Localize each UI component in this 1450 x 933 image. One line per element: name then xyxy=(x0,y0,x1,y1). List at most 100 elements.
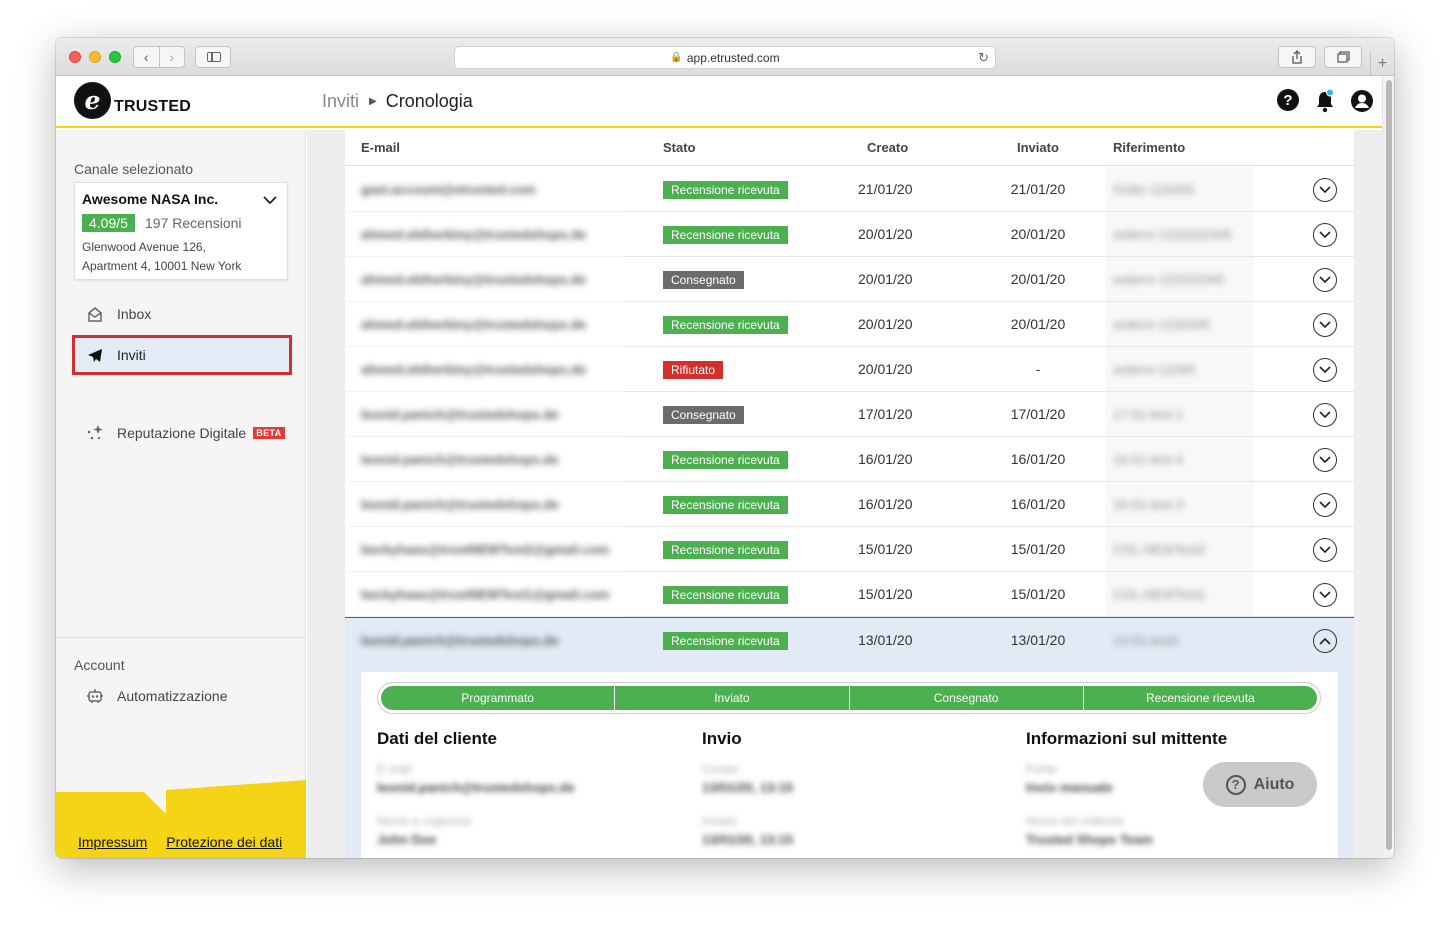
scrollbar-thumb[interactable] xyxy=(1386,80,1392,850)
table-row[interactable]: beckyhaas@trustNEWTest1@gmail.com Recensi… xyxy=(345,572,1354,617)
sent-cell: 20/01/20 xyxy=(1010,271,1066,287)
reference-cell: 16-01-test-4 xyxy=(1113,452,1184,467)
column-reference[interactable]: Riferimento xyxy=(1113,140,1185,155)
table-row[interactable]: ahmed.ebiherbiny@trustedshops.de Consegna… xyxy=(345,257,1354,302)
column-sent[interactable]: Inviato xyxy=(1017,140,1059,155)
reference-cell: 17-01-test-1 xyxy=(1113,407,1184,422)
expand-row-button[interactable] xyxy=(1313,583,1337,607)
table-row[interactable]: ahmed.ebiherbiny@trustedshops.de Rifiutat… xyxy=(345,347,1354,392)
privacy-link[interactable]: Protezione dei dati xyxy=(166,834,282,850)
sidebar-toggle-button[interactable] xyxy=(195,46,231,68)
invites-table: E-mail Stato Creato Inviato Riferimento … xyxy=(345,130,1354,858)
expand-row-button[interactable] xyxy=(1313,313,1337,337)
reference-cell: 13-01-test2 xyxy=(1113,633,1179,648)
table-row[interactable]: ahmed.ebiherbiny@trustedshops.de Recensio… xyxy=(345,212,1354,257)
sidebar-item-inbox[interactable]: Inbox xyxy=(72,296,292,332)
back-button[interactable]: ‹ xyxy=(134,47,159,67)
address-bar[interactable]: 🔒 app.etrusted.com ↻ xyxy=(454,46,996,69)
email-cell: ahmed.ebiherbiny@trustedshops.de xyxy=(361,227,587,242)
email-cell: beckyhaas@trustNEWTest1@gmail.com xyxy=(361,587,610,602)
forward-button[interactable]: › xyxy=(158,47,185,67)
impressum-link[interactable]: Impressum xyxy=(78,834,147,850)
browser-toolbar: ‹ › 🔒 app.etrusted.com ↻ + xyxy=(56,38,1394,76)
page-scrollbar[interactable] xyxy=(1382,76,1394,858)
url-text: app.etrusted.com xyxy=(686,50,780,65)
etrusted-logo[interactable]: e TRUSTED xyxy=(74,82,191,119)
sidebar-item-label: Inviti xyxy=(117,347,146,363)
sent-cell: 17/01/20 xyxy=(1010,406,1066,422)
sidebar-item-label: Reputazione Digitale xyxy=(117,425,247,441)
email-cell: leonid.panich@trustedshops.de xyxy=(361,633,559,648)
step-sent: Inviato xyxy=(614,686,849,710)
reference-cell: Order-123456 xyxy=(1113,182,1194,197)
reference-cell: ordernr-122222345 xyxy=(1113,272,1225,287)
expand-row-button[interactable] xyxy=(1313,358,1337,382)
invite-detail-card: Programmato Inviato Consegnato Recension… xyxy=(361,672,1338,858)
created-cell: 16/01/20 xyxy=(858,496,913,512)
chevron-down-icon xyxy=(263,196,277,205)
reference-cell: ordernr-12345 xyxy=(1113,362,1196,377)
email-cell: leonid.panich@trustedshops.de xyxy=(361,407,559,422)
zoom-window-button[interactable] xyxy=(109,51,121,63)
table-row[interactable]: ahmed.ebiherbiny@trustedshops.de Recensio… xyxy=(345,302,1354,347)
column-status[interactable]: Stato xyxy=(663,140,696,155)
reload-icon[interactable]: ↻ xyxy=(978,50,989,66)
email-cell: beckyhaas@trustNEWTest2@gmail.com xyxy=(361,542,610,557)
expand-row-button[interactable] xyxy=(1313,493,1337,517)
tabs-icon xyxy=(1336,51,1350,63)
table-row[interactable]: leonid.panich@trustedshops.de Recensione … xyxy=(345,482,1354,527)
notification-bell-icon[interactable] xyxy=(1314,88,1336,113)
help-widget-button[interactable]: ? Aiuto xyxy=(1203,762,1317,807)
collapse-row-button[interactable] xyxy=(1313,629,1337,653)
expand-row-button[interactable] xyxy=(1313,403,1337,427)
browser-window: ‹ › 🔒 app.etrusted.com ↻ + e TRUSTED Inv… xyxy=(56,38,1394,858)
new-tab-button[interactable]: + xyxy=(1370,51,1394,76)
help-icon[interactable]: ? xyxy=(1277,89,1299,111)
email-cell: leonid.panich@trustedshops.de xyxy=(361,452,559,467)
sent-label: Inviato xyxy=(702,814,738,828)
sender-name-label: Nome del mittente xyxy=(1026,814,1124,828)
expand-row-button[interactable] xyxy=(1313,178,1337,202)
expand-row-button[interactable] xyxy=(1313,223,1337,247)
created-cell: 17/01/20 xyxy=(858,406,913,422)
column-email[interactable]: E-mail xyxy=(361,140,400,155)
customer-data-title: Dati del cliente xyxy=(377,729,497,748)
sent-cell: 16/01/20 xyxy=(1010,496,1066,512)
customer-email-value: leonid.panich@trustedshops.de xyxy=(377,780,575,795)
sender-name-value: Trusted Shops Team xyxy=(1026,832,1153,847)
table-row[interactable]: beckyhaas@trustNEWTest2@gmail.com Recensi… xyxy=(345,527,1354,572)
status-badge: Recensione ricevuta xyxy=(663,541,788,559)
sidebar-item-reputazione-digitale[interactable]: Reputazione Digitale BETA xyxy=(72,415,292,451)
expand-row-button[interactable] xyxy=(1313,268,1337,292)
created-cell: 20/01/20 xyxy=(858,226,913,242)
table-row[interactable]: leonid.panich@trustedshops.de Consegnato 1… xyxy=(345,392,1354,437)
expand-row-button[interactable] xyxy=(1313,448,1337,472)
expand-row-button[interactable] xyxy=(1313,538,1337,562)
sent-cell: 15/01/20 xyxy=(1010,586,1066,602)
history-nav: ‹ › xyxy=(133,46,185,68)
share-button[interactable] xyxy=(1278,46,1316,68)
close-window-button[interactable] xyxy=(69,51,81,63)
rating-score-badge: 4.09/5 xyxy=(82,214,135,232)
reference-cell: 16-01-test-3 xyxy=(1113,497,1184,512)
address-line-1: Glenwood Avenue 126, xyxy=(82,240,206,254)
status-badge: Recensione ricevuta xyxy=(663,316,788,334)
source-label: Fonte xyxy=(1026,762,1057,776)
tabs-overview-button[interactable] xyxy=(1324,46,1362,68)
channel-selector[interactable]: Awesome NASA Inc. 4.09/5 197 Recensioni … xyxy=(74,182,288,280)
user-account-icon[interactable] xyxy=(1350,89,1373,112)
created-cell: 15/01/20 xyxy=(858,586,913,602)
minimize-window-button[interactable] xyxy=(89,51,101,63)
chevron-down-icon xyxy=(1319,276,1331,284)
table-header: E-mail Stato Creato Inviato Riferimento xyxy=(345,130,1354,166)
sidebar-item-inviti[interactable]: Inviti xyxy=(72,335,292,375)
column-created[interactable]: Creato xyxy=(867,140,908,155)
sidebar-divider xyxy=(56,637,306,638)
status-badge: Recensione ricevuta xyxy=(663,181,788,199)
table-row[interactable]: gast.account@etrusted.com Recensione rice… xyxy=(345,167,1354,212)
table-row[interactable]: leonid.panich@trustedshops.de Recensione … xyxy=(345,437,1354,482)
email-cell: ahmed.ebiherbiny@trustedshops.de xyxy=(361,317,587,332)
source-value: Invio manuale xyxy=(1026,780,1113,795)
breadcrumb-parent[interactable]: Inviti xyxy=(322,91,359,112)
sidebar-item-automatizzazione[interactable]: Automatizzazione xyxy=(72,678,292,714)
